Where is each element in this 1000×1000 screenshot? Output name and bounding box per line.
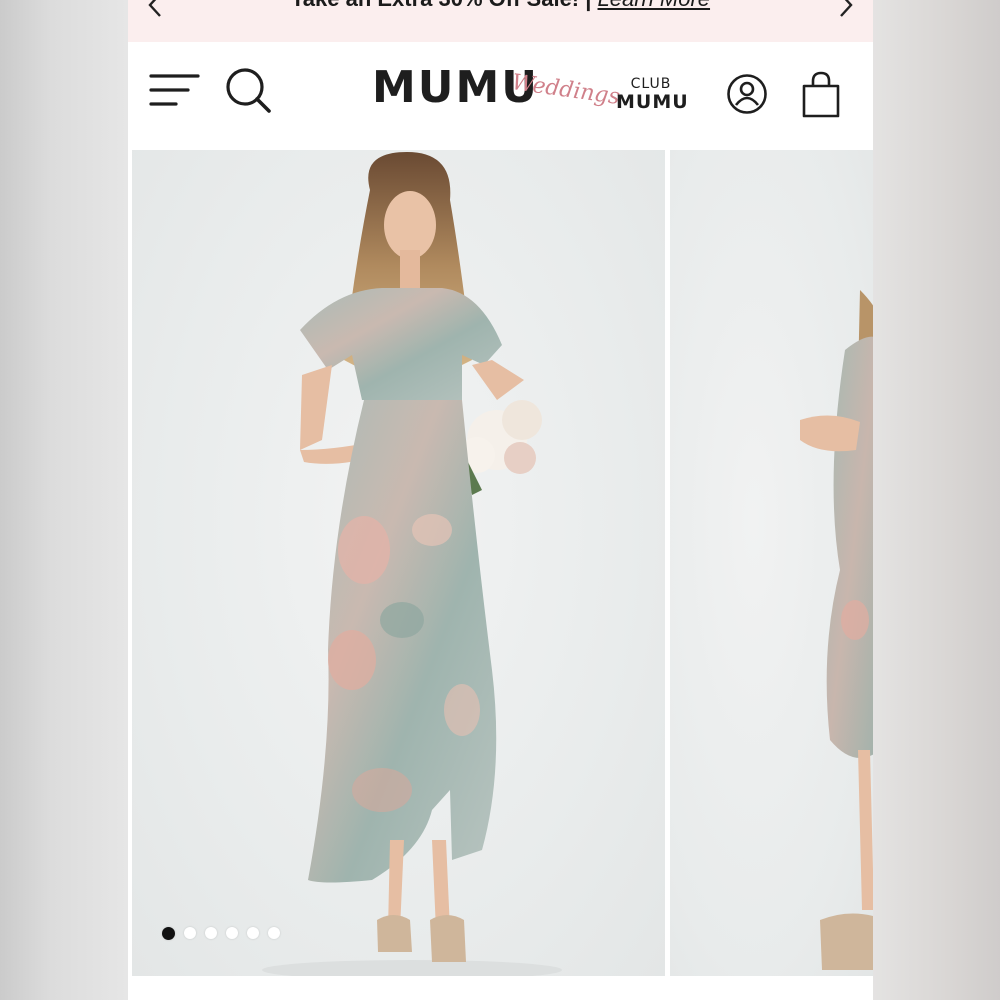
club-mumu-logo[interactable]: CLUB MUMU	[616, 76, 689, 113]
hamburger-menu-icon[interactable]	[148, 70, 202, 112]
site-header: MUMU Weddings CLUB MUMU	[128, 42, 873, 148]
promo-message: Take an Extra 30% Off Sale! |	[291, 0, 598, 11]
background-right	[872, 0, 1000, 1000]
promo-text: Take an Extra 30% Off Sale! | Learn More	[128, 0, 873, 12]
shopping-bag-icon[interactable]	[800, 70, 842, 120]
carousel-dot[interactable]	[226, 927, 238, 939]
background-left	[0, 0, 128, 1000]
search-icon[interactable]	[224, 66, 272, 114]
product-image-front[interactable]	[132, 150, 665, 976]
promo-learn-more-link[interactable]: Learn More	[598, 0, 711, 11]
page-content-below	[128, 978, 873, 1000]
club-label-bottom: MUMU	[616, 91, 689, 113]
carousel-dot[interactable]	[268, 927, 280, 939]
mumu-weddings-logo[interactable]: MUMU Weddings	[372, 58, 621, 128]
product-image-gallery[interactable]	[128, 148, 873, 978]
club-label-top: CLUB	[630, 76, 672, 92]
model-front-illustration	[262, 152, 562, 976]
carousel-dot[interactable]	[205, 927, 217, 939]
promo-banner[interactable]: Take an Extra 30% Off Sale! | Learn More	[128, 0, 873, 42]
phone-screen: Take an Extra 30% Off Sale! | Learn More…	[128, 0, 873, 1000]
carousel-dot-active[interactable]	[162, 926, 175, 940]
carousel-dot[interactable]	[247, 927, 259, 939]
carousel-dot[interactable]	[184, 927, 196, 939]
carousel-dots[interactable]	[162, 926, 280, 940]
account-icon[interactable]	[726, 73, 768, 115]
product-image-side[interactable]	[670, 150, 873, 976]
model-side-illustration	[800, 290, 873, 970]
chevron-right-icon[interactable]	[833, 0, 859, 18]
